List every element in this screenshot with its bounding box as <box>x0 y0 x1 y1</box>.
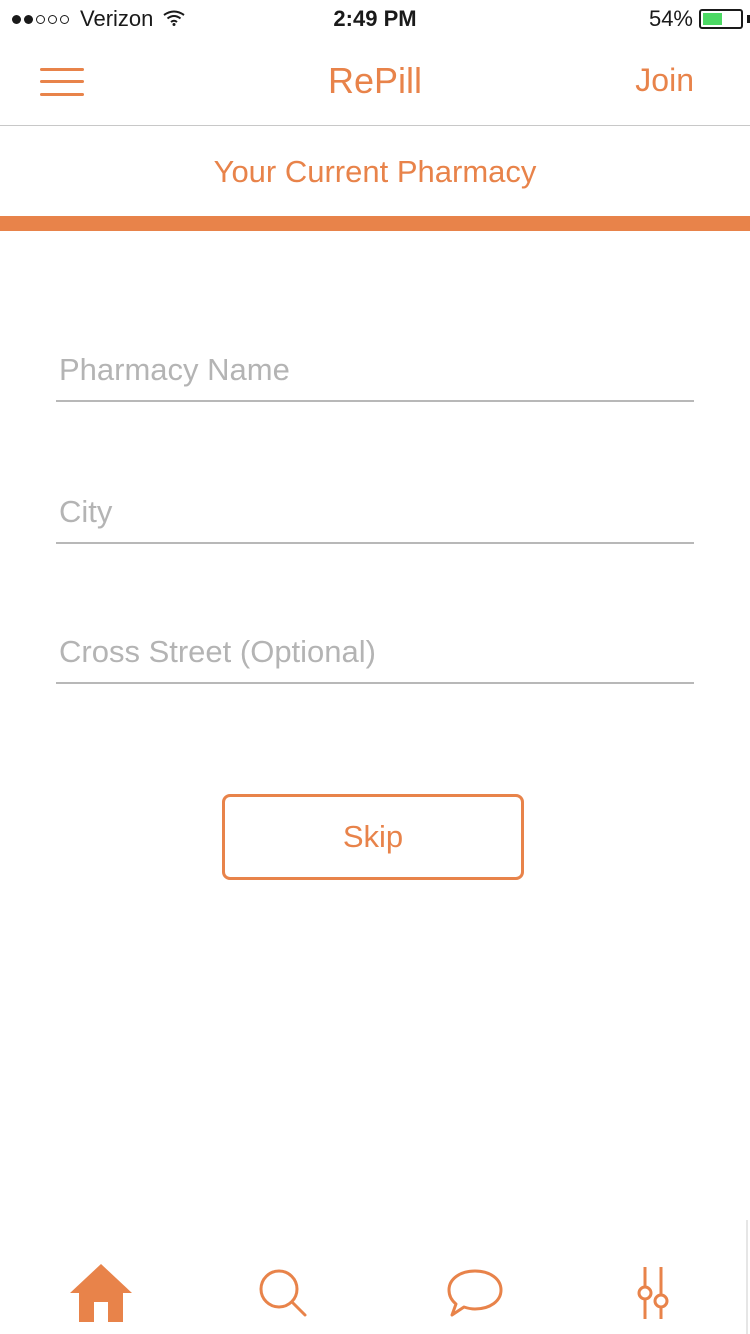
join-button[interactable]: Join <box>635 62 694 99</box>
pharmacy-name-input[interactable] <box>56 340 694 400</box>
tab-home[interactable] <box>66 1262 136 1328</box>
section-underline <box>0 216 750 231</box>
city-input[interactable] <box>56 482 694 542</box>
cross-street-input[interactable] <box>56 622 694 682</box>
section-header: Your Current Pharmacy <box>0 126 750 216</box>
city-field <box>56 482 694 544</box>
status-time: 2:49 PM <box>333 6 417 31</box>
tab-settings[interactable] <box>618 1262 688 1328</box>
tab-bar <box>0 1244 750 1334</box>
battery-percent: 54% <box>648 6 693 31</box>
sliders-icon <box>633 1265 673 1326</box>
cross-street-field <box>56 622 694 684</box>
tab-search[interactable] <box>248 1262 318 1328</box>
section-title: Your Current Pharmacy <box>213 154 537 189</box>
status-bar: Verizon 2:49 PM 54% <box>0 0 750 40</box>
status-right: 54% <box>649 6 750 32</box>
chat-icon <box>446 1268 504 1323</box>
nav-bar: RePill Join <box>0 40 750 126</box>
battery-icon <box>699 9 743 29</box>
skip-button[interactable]: Skip <box>222 794 524 880</box>
tab-chat[interactable] <box>440 1262 510 1328</box>
battery-level <box>703 13 722 25</box>
home-icon <box>68 1262 134 1329</box>
screen-edge-divider <box>746 1220 748 1334</box>
search-icon <box>257 1267 309 1324</box>
pharmacy-name-field <box>56 340 694 402</box>
